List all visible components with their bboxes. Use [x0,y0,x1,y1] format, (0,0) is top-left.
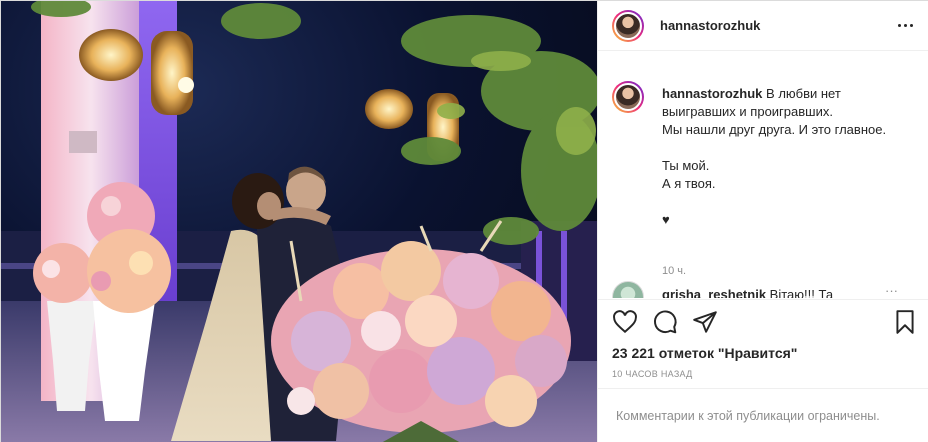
caption-line-3: Ты мой. [662,158,710,173]
caption-avatar[interactable] [612,81,644,113]
author-avatar[interactable] [612,10,644,42]
commenter-username[interactable]: grisha_reshetnik [662,287,766,298]
bookmark-icon[interactable] [892,309,920,337]
more-horizontal-icon[interactable] [894,18,916,32]
author-username[interactable]: hannastorozhuk [660,18,760,33]
wedding-photo-illustration [1,1,597,442]
action-bar [598,299,928,345]
heart-emoji: ♥ [662,212,670,227]
comment-text: grisha_reshetnik Вітаю!!! Та [662,287,902,298]
commenter-avatar[interactable] [612,281,644,298]
heart-icon[interactable] [612,309,640,337]
post-header: hannastorozhuk [598,1,928,51]
post-side-panel: hannastorozhuk hannastorozhuk В любви не… [597,1,928,442]
comment-item: grisha_reshetnik Вітаю!!! Та ··· [612,281,916,298]
posted-time[interactable]: 10 ЧАСОВ НАЗАД [612,369,693,379]
likes-count[interactable]: 23 221 отметок "Нравится" [612,345,797,361]
comment-icon[interactable] [652,309,680,337]
post-photo[interactable] [1,1,597,442]
comment-body: Вітаю!!! Та [769,287,834,298]
caption-line-1: выигравших и проигравших. [662,104,833,119]
share-icon[interactable] [692,309,720,337]
caption-line-0: В любви нет [766,86,841,101]
instagram-post: hannastorozhuk hannastorozhuk В любви не… [0,0,928,442]
comment-more-icon[interactable]: ··· [885,283,898,298]
caption-text: hannastorozhuk В любви нет выигравших и … [662,85,916,229]
caption-time[interactable]: 10 ч. [662,265,686,277]
comments-area: hannastorozhuk В любви нет выигравших и … [598,53,928,298]
caption-username[interactable]: hannastorozhuk [662,86,762,101]
comments-disabled-notice: Комментарии к этой публикации ограничены… [598,388,928,442]
caption-line-4: А я твоя. [662,176,716,191]
caption-line-2: Мы нашли друг друга. И это главное. [662,122,887,137]
